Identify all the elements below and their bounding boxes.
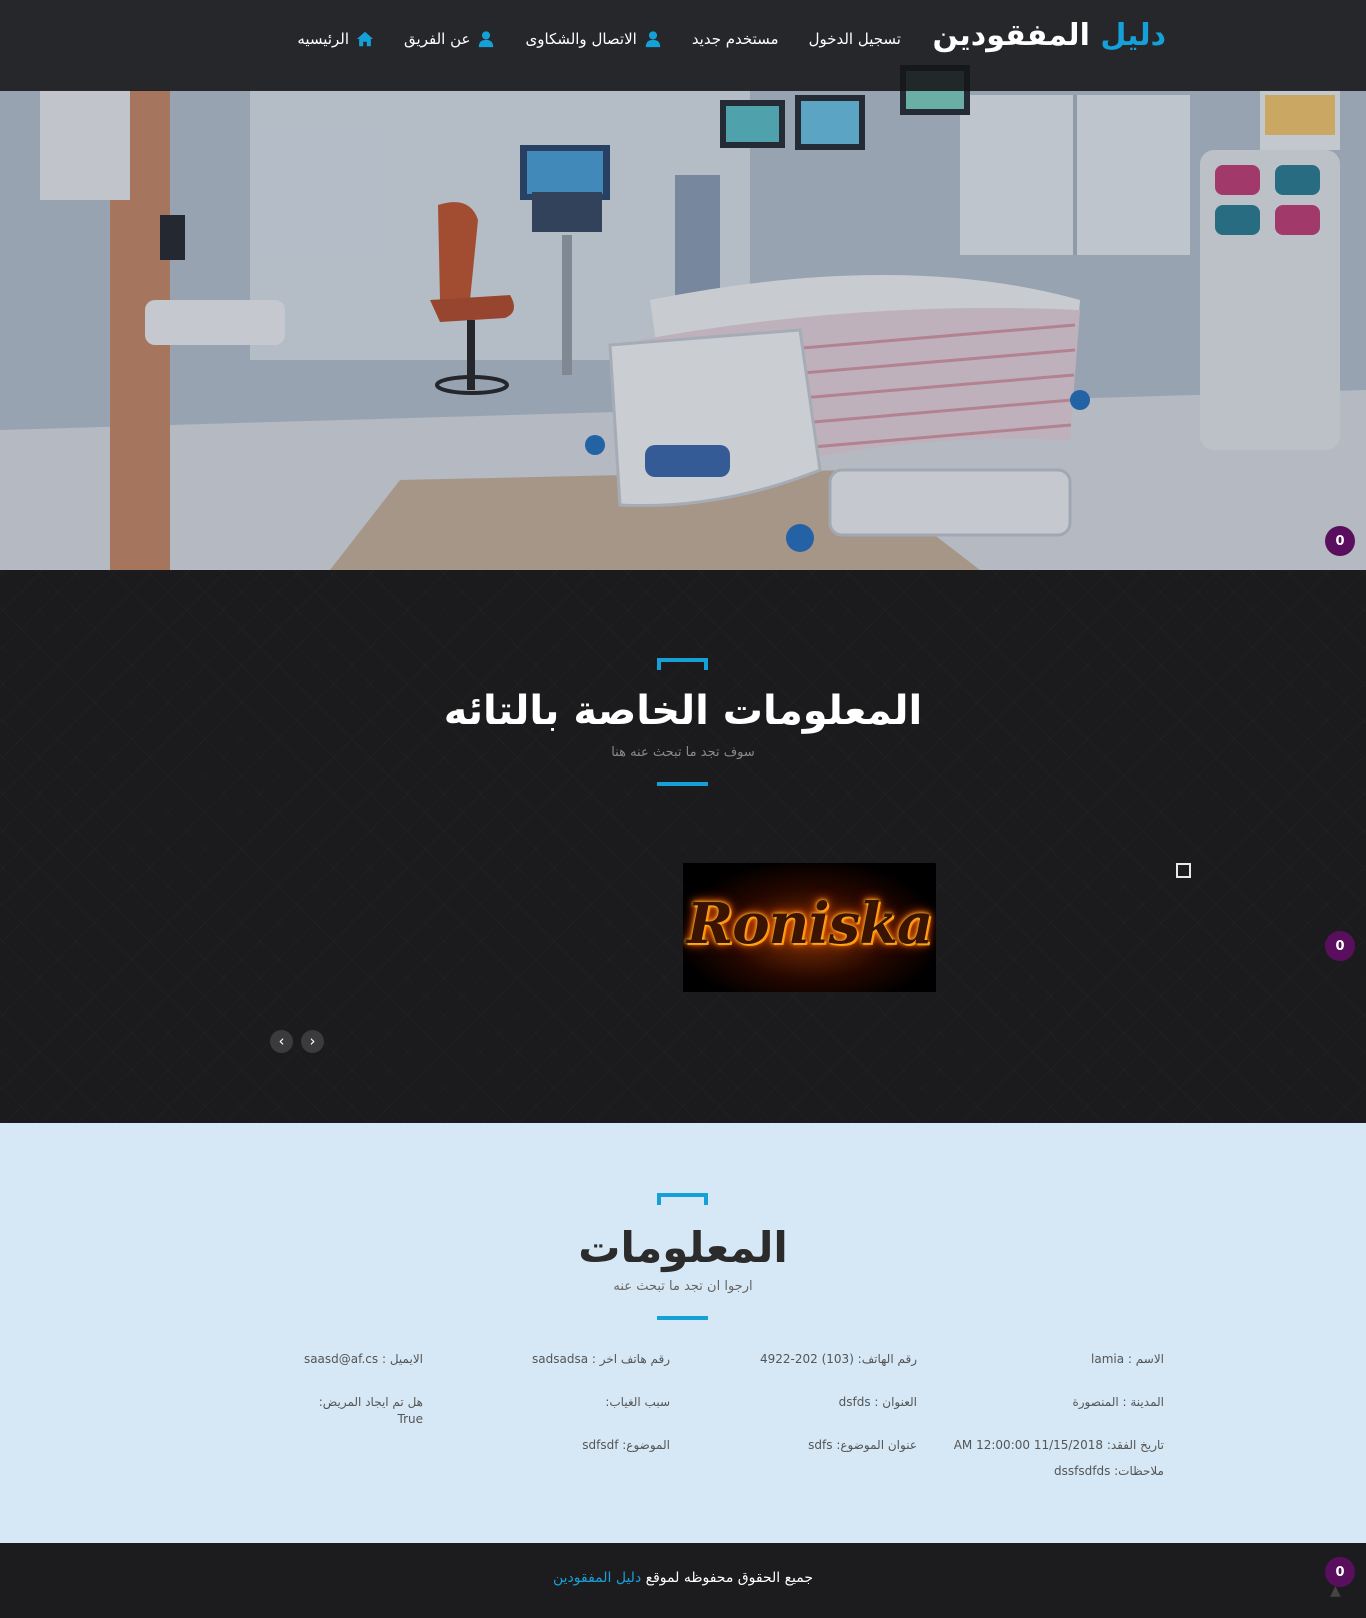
details-section: المعلومات ارجوا ان تجد ما تبحث عنه الاسم… <box>0 1123 1366 1543</box>
details-bracket-top <box>657 1193 708 1205</box>
brand-rest: المفقودين <box>932 18 1101 53</box>
nav-label-login: تسجيل الدخول <box>808 30 901 48</box>
footer: جميع الحقوق محفوظه لموقع دليل المفقودين … <box>0 1543 1366 1618</box>
select-checkbox[interactable] <box>1176 863 1191 878</box>
footer-site-link[interactable]: دليل المفقودين <box>553 1570 641 1586</box>
navbar: دليل المفقودين الرئيسيه عن الفريق الاتصا… <box>0 0 1366 91</box>
field-name: الاسم : lamia <box>1091 1352 1164 1366</box>
brand-accent: دليل <box>1100 18 1166 53</box>
carousel-counter-badge[interactable]: 0 <box>1325 931 1355 961</box>
details-subtitle: ارجوا ان تجد ما تبحث عنه <box>613 1279 753 1294</box>
field-absence-reason: سبب الغياب: <box>605 1395 670 1409</box>
scroll-top-icon[interactable]: ▲ <box>1330 1583 1341 1599</box>
photo-text: Roniska <box>686 891 934 957</box>
nav-item-login[interactable]: تسجيل الدخول <box>809 30 901 48</box>
carousel-prev-button[interactable]: ‹ <box>270 1030 293 1053</box>
nav-label-contact: الاتصال والشكاوى <box>525 30 637 48</box>
user-icon <box>479 31 494 48</box>
home-icon <box>356 31 374 47</box>
brand-logo[interactable]: دليل المفقودين <box>933 18 1166 53</box>
field-other-phone: رقم هاتف اخر : sadsadsa <box>532 1352 670 1366</box>
field-notes: ملاحظات: dssfsdfds <box>1054 1464 1164 1478</box>
field-email: الايميل : saasd@af.cs <box>303 1352 423 1366</box>
field-lost-date: تاريخ الفقد: 11/15/2018 12:00:00 AM <box>953 1438 1164 1452</box>
nav-label-team: عن الفريق <box>404 30 471 48</box>
person-photo[interactable]: Roniska <box>683 863 936 992</box>
field-city: المدينة : المنصورة <box>1072 1395 1164 1409</box>
nav-label-register: مستخدم جديد <box>691 30 779 48</box>
field-phone: رقم الهاتف: (103) 202-4922 <box>759 1352 917 1366</box>
user-icon <box>645 31 661 48</box>
details-bracket-bottom <box>657 1316 708 1320</box>
field-topic-title: عنوان الموضوع: sdfs <box>808 1438 917 1452</box>
title-bracket-top <box>657 658 708 670</box>
section-title: المعلومات الخاصة بالتائه <box>443 688 923 734</box>
footer-text: جميع الحقوق محفوظه لموقع <box>645 1570 814 1586</box>
section-subtitle: سوف تجد ما تبحث عنه هنا <box>611 745 755 760</box>
details-title: المعلومات <box>578 1223 788 1272</box>
nav-item-contact[interactable]: الاتصال والشكاوى <box>525 30 661 48</box>
nav-menu: الرئيسيه عن الفريق الاتصال والشكاوى مستخ… <box>297 30 901 48</box>
footer-copyright: جميع الحقوق محفوظه لموقع دليل المفقودين <box>0 1570 1366 1586</box>
nav-item-team[interactable]: عن الفريق <box>404 30 495 48</box>
nav-label-home: الرئيسيه <box>297 30 350 48</box>
field-found-value: True <box>397 1412 424 1426</box>
title-bracket-bottom <box>657 782 708 786</box>
hero-counter-badge[interactable]: 0 <box>1325 526 1355 556</box>
nav-item-register[interactable]: مستخدم جديد <box>692 30 779 48</box>
field-topic: الموضوع: sdfsdf <box>582 1438 670 1452</box>
nav-item-home[interactable]: الرئيسيه <box>297 30 374 48</box>
field-address: العنوان : dsfds <box>838 1395 917 1409</box>
carousel-next-button[interactable]: › <box>301 1030 324 1053</box>
lost-person-info-section: المعلومات الخاصة بالتائه سوف تجد ما تبحث… <box>0 570 1366 1123</box>
hero-banner: دليل المفقودين الرئيسيه عن الفريق الاتصا… <box>0 0 1366 570</box>
field-found-question: هل تم ايجاد المريض: <box>318 1395 423 1409</box>
